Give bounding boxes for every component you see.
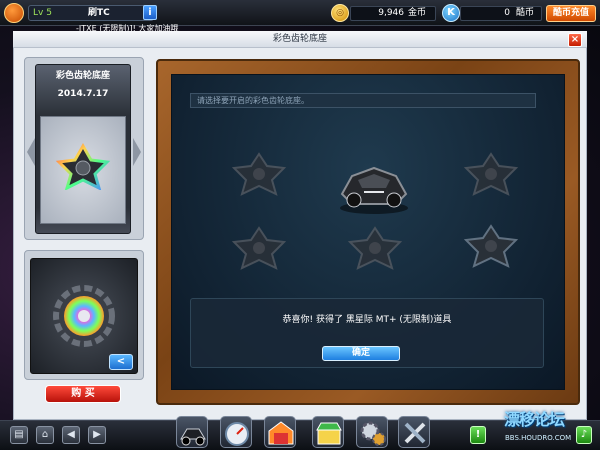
item-name: 彩色齿轮底座 [55,71,110,81]
black-star-kart-icon [340,166,408,214]
buy-button[interactable]: 购 买 [45,385,121,403]
coin-balance: 9,946 [378,8,404,18]
tuning-gears-icon[interactable] [356,416,388,448]
shop-icon[interactable] [312,416,344,448]
kcoin-unit: 酷币 [516,8,535,18]
race-kart-icon[interactable] [176,416,208,448]
gear-base-box-1[interactable] [230,150,288,198]
garage-icon[interactable] [264,416,296,448]
forum-watermark: 漂移论坛 [504,410,565,429]
close-button[interactable]: × [568,33,582,47]
item-date: 2014.7.17 [57,89,109,99]
speedometer-icon[interactable] [220,416,252,448]
confirm-button[interactable]: 确定 [322,346,400,361]
player-info-button[interactable]: i [143,5,157,20]
window-title: 彩色齿轮底座 [13,31,587,48]
rainbow-gear-preview-icon [53,285,115,347]
gear-base-item-icon [55,142,111,190]
menu-small-button-1[interactable]: ▤ [10,426,28,444]
gear-base-box-4[interactable] [230,224,288,272]
back-button[interactable]: ◀ [62,426,80,444]
coin-icon: ◎ [331,4,349,22]
next-item-arrow[interactable] [133,138,141,166]
notice-button[interactable]: ! [470,426,486,444]
home-button[interactable]: ⌂ [36,426,54,444]
previous-item-arrow[interactable] [27,138,35,166]
gear-base-box-6[interactable] [462,222,520,270]
forum-url: BBS.HOUDRO.COM [505,434,572,442]
gear-base-box-3[interactable] [462,150,520,198]
tools-icon[interactable] [398,416,430,448]
coin-unit: 金币 [408,8,427,18]
recharge-button[interactable]: 酷币充值 [546,5,596,22]
preview-rotate-button[interactable]: < [109,354,133,370]
gear-base-box-5[interactable] [346,224,404,272]
game-logo-icon [4,3,24,23]
player-name: 刷TC [88,8,110,18]
kcoin-balance: 0 [504,8,510,18]
kcoin-icon: K [442,4,460,22]
forward-button[interactable]: ▶ [88,426,106,444]
selection-hint: 请选择要开启的彩色齿轮底座。 [190,93,536,108]
result-message: 恭喜你! 获得了 黑星际 MT+ (无限制)道具 [282,315,452,325]
sound-button[interactable]: ♪ [576,426,592,444]
